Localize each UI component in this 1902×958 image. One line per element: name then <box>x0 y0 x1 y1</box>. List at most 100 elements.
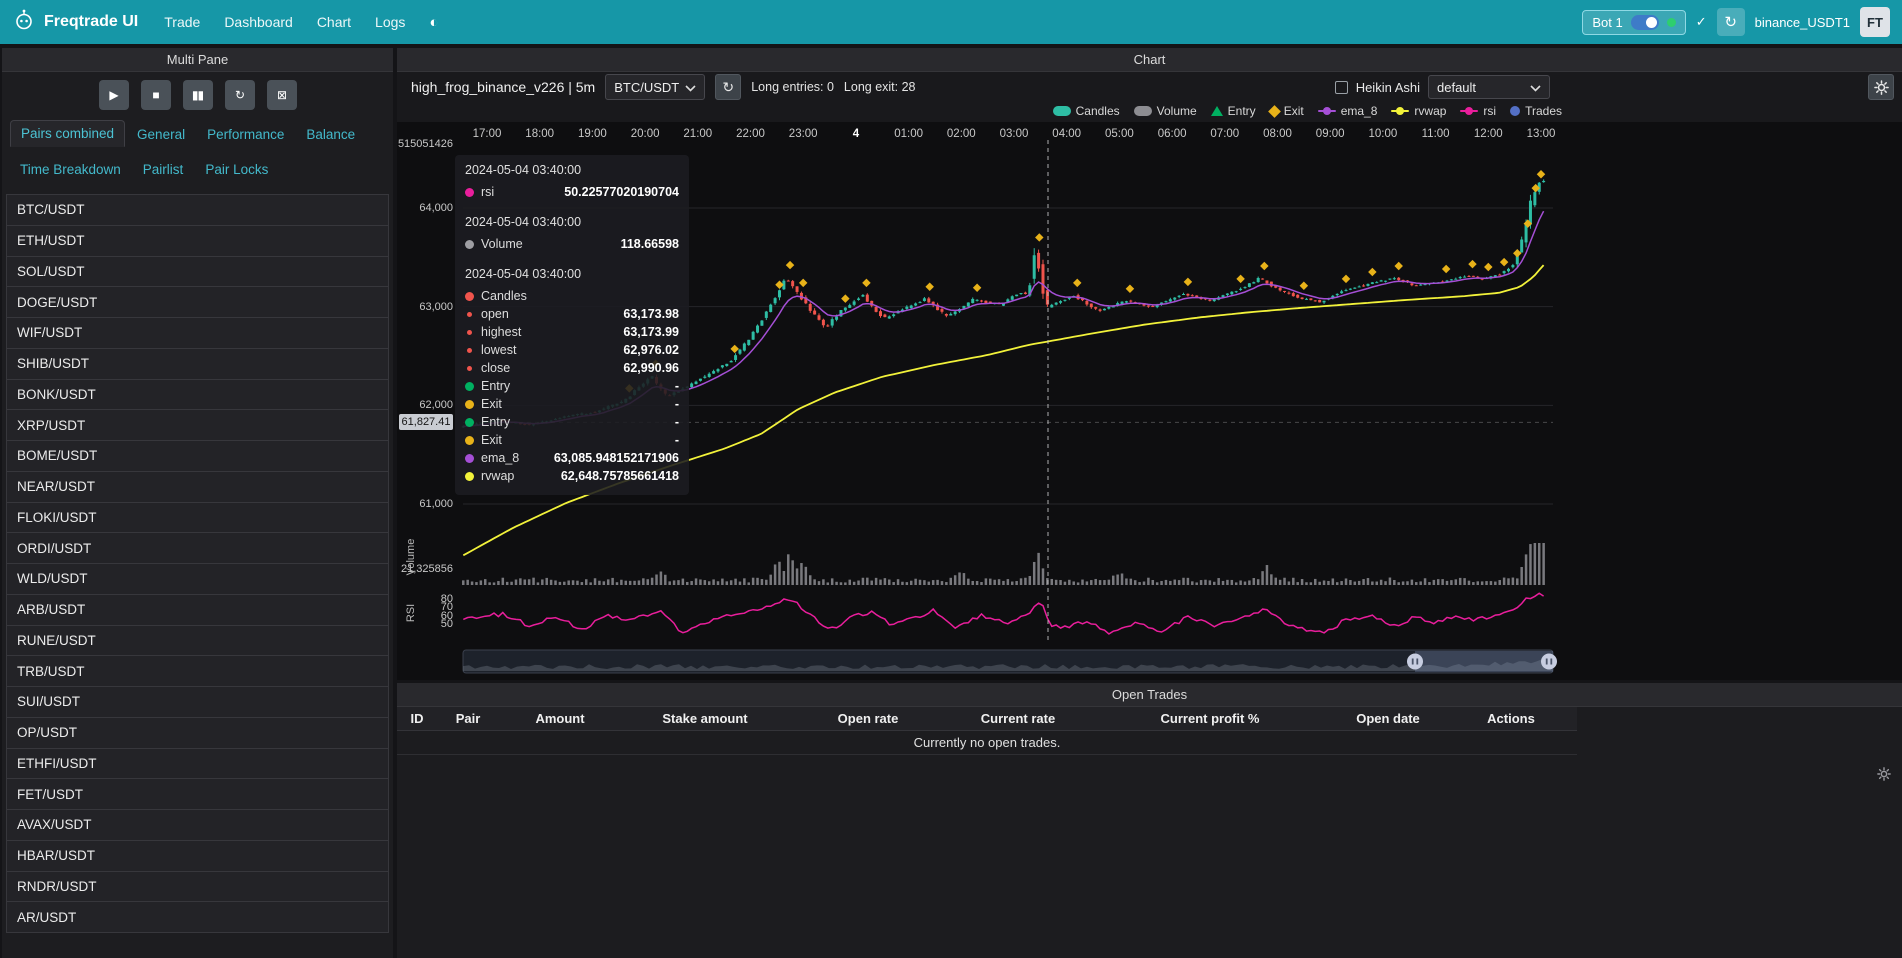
tab-pair-locks[interactable]: Pair Locks <box>195 157 278 182</box>
tooltip-row: Volume118.66598 <box>465 235 679 253</box>
pair-list-item[interactable]: FET/USDT <box>6 778 389 810</box>
tooltip-group: 2024-05-04 03:40:00rsi50.22577020190704 <box>465 163 679 201</box>
freqtrade-logo-icon <box>12 8 36 37</box>
chart-panel-header[interactable]: Chart <box>397 48 1902 72</box>
time-axis-label: 02:00 <box>947 128 976 140</box>
volume-series <box>462 543 1545 585</box>
open-series-dot-icon <box>467 312 472 317</box>
rsi-line <box>463 593 1543 634</box>
legend-item-entry[interactable]: Entry <box>1211 104 1256 118</box>
open-trades-panel: Open Trades IDPairAmountStake amountOpen… <box>397 683 1902 958</box>
pair-list-item[interactable]: FLOKI/USDT <box>6 502 389 534</box>
brand[interactable]: Freqtrade UI <box>12 8 138 37</box>
refresh-button[interactable]: ↻ <box>225 80 255 110</box>
pair-list-item[interactable]: SOL/USDT <box>6 256 389 288</box>
pair-select[interactable]: BTC/USDT <box>605 74 705 100</box>
tooltip-group: 2024-05-04 03:40:00 Volume118.66598 <box>465 215 679 253</box>
pause-button[interactable]: ▮▮ <box>183 80 213 110</box>
legend-label: rvwap <box>1414 104 1446 118</box>
chart-tooltip: 2024-05-04 03:40:00rsi50.22577020190704 2… <box>455 155 689 495</box>
plot-settings-gear-icon[interactable] <box>1868 74 1894 100</box>
legend-item-volume[interactable]: Volume <box>1134 104 1197 118</box>
legend-item-rsi[interactable]: rsi <box>1460 104 1496 118</box>
time-axis-label: 21:00 <box>683 128 712 140</box>
exchange-account-label: binance_USDT1 <box>1755 15 1850 30</box>
volume-axis-title: Volume <box>405 537 417 577</box>
tab-time-breakdown[interactable]: Time Breakdown <box>10 157 131 182</box>
entry-series-dot-icon <box>465 382 474 391</box>
strategy-timeframe-label: high_frog_binance_v226 | 5m <box>411 79 595 95</box>
pair-list-item[interactable]: AVAX/USDT <box>6 809 389 841</box>
pair-list-item[interactable]: WIF/USDT <box>6 317 389 349</box>
multi-pane-header[interactable]: Multi Pane <box>2 48 393 72</box>
chart-canvas[interactable]: 17:0018:0019:0020:0021:0022:0023:00401:0… <box>397 122 1902 680</box>
tooltip-row: ema_863,085.948152171906 <box>465 449 679 467</box>
pair-list-item[interactable]: ETHFI/USDT <box>6 748 389 780</box>
stop-button[interactable]: ■ <box>141 80 171 110</box>
chart-refresh-button[interactable]: ↻ <box>715 74 741 100</box>
datazoom-handle-right[interactable] <box>1541 654 1557 670</box>
nav-item-trade[interactable]: Trade <box>164 14 200 30</box>
pair-list-item[interactable]: BONK/USDT <box>6 379 389 411</box>
pair-list-item[interactable]: ORDI/USDT <box>6 532 389 564</box>
pair-list-item[interactable]: BOME/USDT <box>6 440 389 472</box>
legend-item-exit[interactable]: Exit <box>1270 104 1304 118</box>
layout-settings-gear-icon[interactable] <box>1877 767 1891 786</box>
tab-pairs-combined[interactable]: Pairs combined <box>10 120 125 147</box>
legend-label: Entry <box>1228 104 1256 118</box>
navbar: Freqtrade UI Trade Dashboard Chart Logs ◐ B… <box>0 0 1902 44</box>
sidebar-tabs-row1: Pairs combinedGeneralPerformanceBalance <box>2 120 393 147</box>
global-refresh-button[interactable]: ↻ <box>1717 8 1745 36</box>
time-axis-label: 17:00 <box>473 128 502 140</box>
tooltip-row: highest63,173.99 <box>465 323 679 341</box>
pair-list-item[interactable]: OP/USDT <box>6 717 389 749</box>
bot-name-label: Bot 1 <box>1592 15 1622 30</box>
ema_8-legend-marker-icon <box>1318 106 1336 116</box>
nav-item-logs[interactable]: Logs <box>375 14 405 30</box>
play-button[interactable]: ▶ <box>99 80 129 110</box>
tooltip-timestamp: 2024-05-04 03:40:00 <box>465 215 679 229</box>
nav-item-chart[interactable]: Chart <box>317 14 351 30</box>
heikin-ashi-checkbox[interactable] <box>1335 81 1348 94</box>
user-avatar[interactable]: FT <box>1860 7 1890 37</box>
pair-list-item[interactable]: XRP/USDT <box>6 409 389 441</box>
open-trades-header[interactable]: Open Trades <box>397 683 1902 707</box>
legend-item-trades[interactable]: Trades <box>1510 104 1562 118</box>
time-axis-label: 05:00 <box>1105 128 1134 140</box>
bot-selector[interactable]: Bot 1 <box>1582 10 1685 35</box>
tooltip-row: Candles <box>465 287 679 305</box>
pair-list-item[interactable]: WLD/USDT <box>6 563 389 595</box>
theme-toggle-icon[interactable]: ◐ <box>429 14 438 31</box>
pair-list-item[interactable]: ETH/USDT <box>6 225 389 257</box>
pair-list-item[interactable]: DOGE/USDT <box>6 286 389 318</box>
legend-item-ema_8[interactable]: ema_8 <box>1318 104 1378 118</box>
tab-pairlist[interactable]: Pairlist <box>133 157 194 182</box>
pair-list-item[interactable]: HBAR/USDT <box>6 840 389 872</box>
bot-toggle[interactable] <box>1631 15 1659 30</box>
pair-list-item[interactable]: SHIB/USDT <box>6 348 389 380</box>
close-series-dot-icon <box>467 366 472 371</box>
pair-list-item[interactable]: RUNE/USDT <box>6 625 389 657</box>
plot-config-select[interactable]: default <box>1428 75 1550 99</box>
nav-item-dashboard[interactable]: Dashboard <box>224 14 293 30</box>
pair-list-item[interactable]: SUI/USDT <box>6 686 389 718</box>
trades-legend-marker-icon <box>1510 106 1520 116</box>
pair-list-item[interactable]: TRB/USDT <box>6 655 389 687</box>
app-title: Freqtrade UI <box>44 13 138 31</box>
pair-list-item[interactable]: ARB/USDT <box>6 594 389 626</box>
pair-list-item[interactable]: RNDR/USDT <box>6 871 389 903</box>
legend-item-candles[interactable]: Candles <box>1053 104 1120 118</box>
plot-config-value: default <box>1437 80 1476 95</box>
pair-list-item[interactable]: AR/USDT <box>6 901 389 933</box>
tab-performance[interactable]: Performance <box>197 122 294 147</box>
legend-item-rvwap[interactable]: rvwap <box>1391 104 1446 118</box>
legend-label: Trades <box>1525 104 1562 118</box>
pair-list-item[interactable]: BTC/USDT <box>6 194 389 226</box>
datazoom-slider[interactable] <box>463 650 1557 673</box>
tab-general[interactable]: General <box>127 122 195 147</box>
rsi-axis-title: RSI <box>405 593 417 633</box>
datazoom-handle-left[interactable] <box>1407 654 1423 670</box>
tab-balance[interactable]: Balance <box>296 122 365 147</box>
clear-chart-button[interactable]: ⊠ <box>267 80 297 110</box>
pair-list-item[interactable]: NEAR/USDT <box>6 471 389 503</box>
